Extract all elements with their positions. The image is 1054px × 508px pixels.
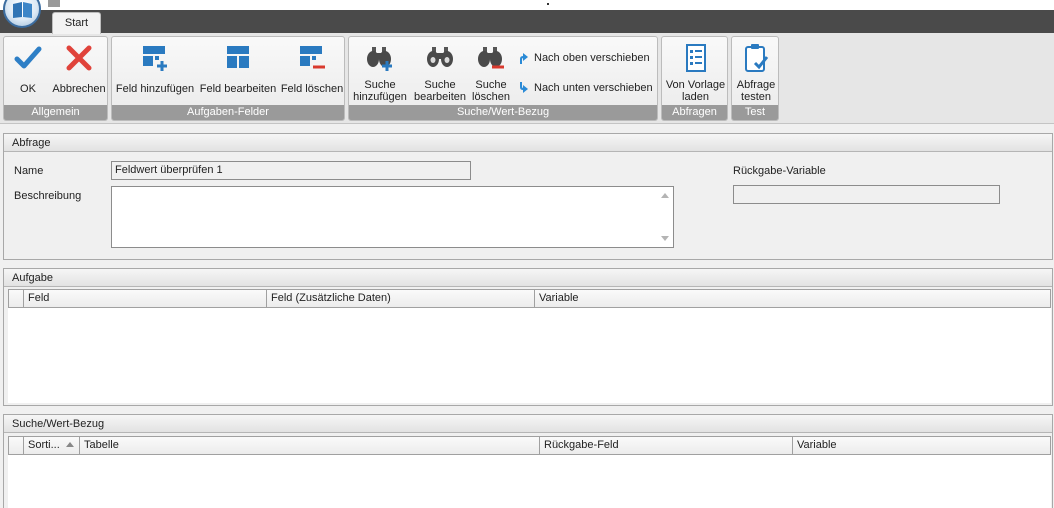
test-query-label-line1: Abfrage	[736, 79, 776, 91]
load-template-button[interactable]: Von Vorlage laden	[664, 41, 727, 105]
sort-ascending-icon	[65, 442, 74, 447]
group-label-suche: Suche/Wert-Bezug	[349, 105, 657, 120]
row-selector-header	[9, 290, 24, 307]
name-label: Name	[14, 165, 44, 177]
ribbon-group-test: Abfrage testen Test	[731, 36, 779, 121]
binoculars-delete-icon	[478, 47, 504, 69]
close-icon	[66, 45, 92, 71]
scroll-down-icon[interactable]	[661, 236, 669, 241]
add-search-label-line2: hinzufügen	[353, 91, 407, 103]
move-down-label: Nach unten verschieben	[534, 82, 653, 94]
delete-search-label-line1: Suche	[475, 79, 507, 91]
scroll-up-icon[interactable]	[661, 193, 669, 198]
column-header-feld-zusaetzlich[interactable]: Feld (Zusätzliche Daten)	[267, 290, 535, 307]
delete-field-icon	[300, 46, 325, 69]
add-search-button[interactable]: Suche hinzufügen	[351, 41, 409, 105]
ribbon-group-allgemein: OK Abbrechen Allgemein	[3, 36, 108, 121]
group-label-test: Test	[732, 105, 778, 120]
ribbon: OK Abbrechen Allgemein Feld hinzufügen F…	[0, 33, 1054, 124]
ok-button[interactable]: OK	[6, 41, 50, 105]
test-query-label: Abfrage testen	[733, 79, 778, 103]
add-search-label: Suche hinzufügen	[351, 79, 409, 103]
column-header-variable[interactable]: Variable	[535, 290, 1050, 307]
aufgabe-grid-header: Feld Feld (Zusätzliche Daten) Variable	[8, 289, 1051, 308]
load-template-label-line2: laden	[682, 91, 709, 103]
edit-search-label-line1: Suche	[424, 79, 456, 91]
add-search-label-line1: Suche	[364, 79, 396, 91]
quick-access-icon[interactable]	[48, 0, 60, 7]
test-query-label-line2: testen	[741, 91, 771, 103]
suche-grid: Sorti... Tabelle Rückgabe-Feld Variable	[8, 436, 1051, 508]
load-template-label-line1: Von Vorlage	[665, 79, 726, 91]
cancel-label: Abbrechen	[52, 83, 106, 95]
abfrage-panel-title: Abfrage	[4, 134, 1052, 152]
move-up-label: Nach oben verschieben	[534, 52, 650, 64]
arrow-down-icon	[520, 82, 528, 94]
delete-search-label: Suche löschen	[469, 79, 513, 103]
edit-search-label-line2: bearbeiten	[414, 91, 466, 103]
delete-search-label-line2: löschen	[472, 91, 510, 103]
test-query-button[interactable]: Abfrage testen	[733, 41, 778, 105]
delete-field-label: Feld löschen	[280, 83, 344, 95]
load-template-label: Von Vorlage laden	[664, 79, 727, 103]
binoculars-icon	[427, 47, 453, 67]
ribbon-group-aufgaben-felder: Feld hinzufügen Feld bearbeiten Feld lös…	[111, 36, 345, 121]
cancel-button[interactable]: Abbrechen	[50, 41, 107, 105]
column-header-feld[interactable]: Feld	[24, 290, 267, 307]
column-header-sortierung[interactable]: Sorti...	[24, 437, 80, 454]
edit-search-button[interactable]: Suche bearbeiten	[411, 41, 469, 105]
tab-start[interactable]: Start	[52, 12, 101, 34]
group-label-aufgaben-felder: Aufgaben-Felder	[112, 105, 344, 120]
group-label-abfragen: Abfragen	[662, 105, 727, 120]
binoculars-add-icon	[367, 47, 392, 71]
title-bar: Start	[0, 0, 1054, 34]
edit-search-label: Suche bearbeiten	[411, 79, 469, 103]
move-up-button[interactable]: Nach oben verschieben	[517, 49, 650, 67]
suche-panel-title: Suche/Wert-Bezug	[4, 415, 1052, 433]
suche-panel: Suche/Wert-Bezug Sorti... Tabelle Rückga…	[3, 414, 1053, 508]
aufgabe-grid: Feld Feld (Zusätzliche Daten) Variable	[8, 289, 1051, 403]
edit-field-button[interactable]: Feld bearbeiten	[198, 41, 278, 105]
move-down-button[interactable]: Nach unten verschieben	[517, 79, 653, 97]
ok-label: OK	[20, 83, 36, 95]
checklist-icon	[685, 44, 706, 72]
column-header-rueckgabe-feld[interactable]: Rückgabe-Feld	[540, 437, 793, 454]
name-field[interactable]: Feldwert überprüfen 1	[111, 161, 471, 180]
add-field-button[interactable]: Feld hinzufügen	[114, 41, 196, 105]
row-selector-header	[9, 437, 24, 454]
book-icon	[13, 2, 32, 18]
return-variable-field[interactable]	[733, 185, 1000, 204]
ribbon-group-suche: Suche hinzufügen Suche bearbeiten Suche …	[348, 36, 658, 121]
tab-strip	[0, 10, 1054, 34]
add-field-icon	[143, 46, 167, 71]
add-field-label: Feld hinzufügen	[115, 83, 195, 95]
ribbon-group-abfragen: Von Vorlage laden Abfragen	[661, 36, 728, 121]
description-label: Beschreibung	[14, 190, 82, 202]
aufgabe-panel: Aufgabe Feld Feld (Zusätzliche Daten) Va…	[3, 268, 1053, 406]
window-title	[547, 3, 549, 5]
description-field[interactable]	[111, 186, 674, 248]
column-header-sortierung-label: Sorti...	[28, 439, 60, 451]
edit-field-label: Feld bearbeiten	[199, 83, 277, 95]
checkmark-icon	[14, 46, 42, 69]
return-variable-label: Rückgabe-Variable	[733, 165, 826, 177]
abfrage-panel: Abfrage Name Feldwert überprüfen 1 Besch…	[3, 133, 1053, 260]
edit-field-icon	[227, 46, 249, 68]
suche-grid-header: Sorti... Tabelle Rückgabe-Feld Variable	[8, 436, 1051, 455]
delete-field-button[interactable]: Feld löschen	[280, 41, 344, 105]
clipboard-check-icon	[745, 44, 769, 72]
aufgabe-panel-title: Aufgabe	[4, 269, 1052, 287]
column-header-tabelle[interactable]: Tabelle	[80, 437, 540, 454]
delete-search-button[interactable]: Suche löschen	[469, 41, 513, 105]
column-header-variable[interactable]: Variable	[793, 437, 1050, 454]
arrow-up-icon	[520, 53, 528, 65]
group-label-allgemein: Allgemein	[4, 105, 107, 120]
